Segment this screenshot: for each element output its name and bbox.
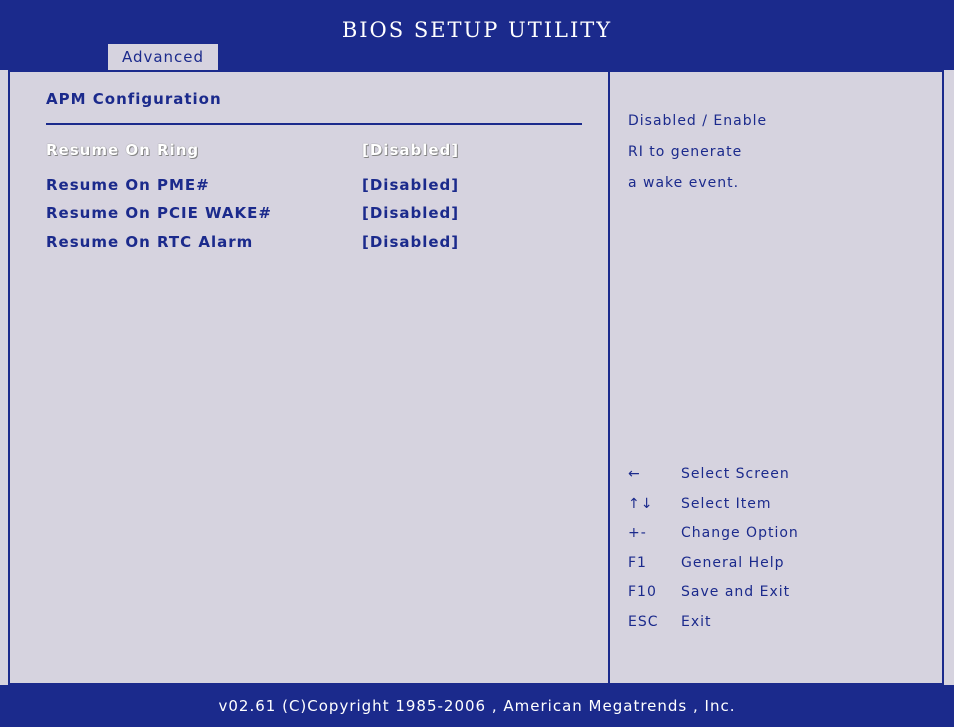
setting-label: Resume On PCIE WAKE# <box>46 204 272 222</box>
setting-label: Resume On PME# <box>46 176 210 194</box>
setting-resume-on-rtc-alarm[interactable]: Resume On RTC Alarm [Disabled] <box>46 233 546 257</box>
help-line: Disabled / Enable <box>628 113 768 129</box>
key-legend: ← Select Screen ↑↓ Select Item +- Change… <box>628 466 928 643</box>
up-down-arrows-icon: ↑↓ <box>628 495 654 512</box>
setting-resume-on-ring[interactable]: Resume On Ring [Disabled] <box>46 141 546 165</box>
section-rule <box>46 123 582 125</box>
help-line: a wake event. <box>628 175 740 191</box>
panel-divider <box>608 70 610 685</box>
setting-resume-on-pme[interactable]: Resume On PME# [Disabled] <box>46 176 546 200</box>
key-desc: Exit <box>681 613 712 630</box>
setting-label: Resume On RTC Alarm <box>46 233 254 251</box>
key-desc: Select Screen <box>681 466 790 482</box>
key-label: ESC <box>628 613 659 630</box>
bios-title: BIOS SETUP UTILITY <box>341 18 613 42</box>
key-desc: Save and Exit <box>681 584 791 600</box>
setting-value[interactable]: [Disabled] <box>362 233 459 251</box>
setting-value[interactable]: [Disabled] <box>362 141 459 159</box>
key-row-general-help: F1 General Help <box>628 555 928 585</box>
setting-value[interactable]: [Disabled] <box>362 176 459 194</box>
left-arrow-icon: ← <box>628 466 641 482</box>
header-bar: BIOS SETUP UTILITY Advanced <box>0 0 954 70</box>
key-row-save-and-exit: F10 Save and Exit <box>628 584 928 614</box>
key-label: +- <box>628 525 647 541</box>
key-row-select-screen: ← Select Screen <box>628 466 928 496</box>
copyright-text: v02.61 (C)Copyright 1985-2006 , American… <box>218 697 736 715</box>
key-row-change-option: +- Change Option <box>628 525 928 555</box>
help-text: Disabled / Enable RI to generate a wake … <box>628 106 928 199</box>
key-label: F10 <box>628 584 657 600</box>
key-desc: Change Option <box>681 525 799 541</box>
setting-label: Resume On Ring <box>46 141 200 159</box>
section-title: APM Configuration <box>46 90 222 108</box>
key-row-select-item: ↑↓ Select Item <box>628 496 928 526</box>
setting-resume-on-pcie-wake[interactable]: Resume On PCIE WAKE# [Disabled] <box>46 204 546 228</box>
help-line: RI to generate <box>628 144 743 160</box>
tab-advanced[interactable]: Advanced <box>108 44 218 70</box>
key-desc: General Help <box>681 554 785 571</box>
footer-bar: v02.61 (C)Copyright 1985-2006 , American… <box>0 685 954 727</box>
setting-value[interactable]: [Disabled] <box>362 204 459 222</box>
key-desc: Select Item <box>681 495 772 512</box>
key-label: F1 <box>628 554 647 571</box>
key-row-exit: ESC Exit <box>628 614 928 644</box>
